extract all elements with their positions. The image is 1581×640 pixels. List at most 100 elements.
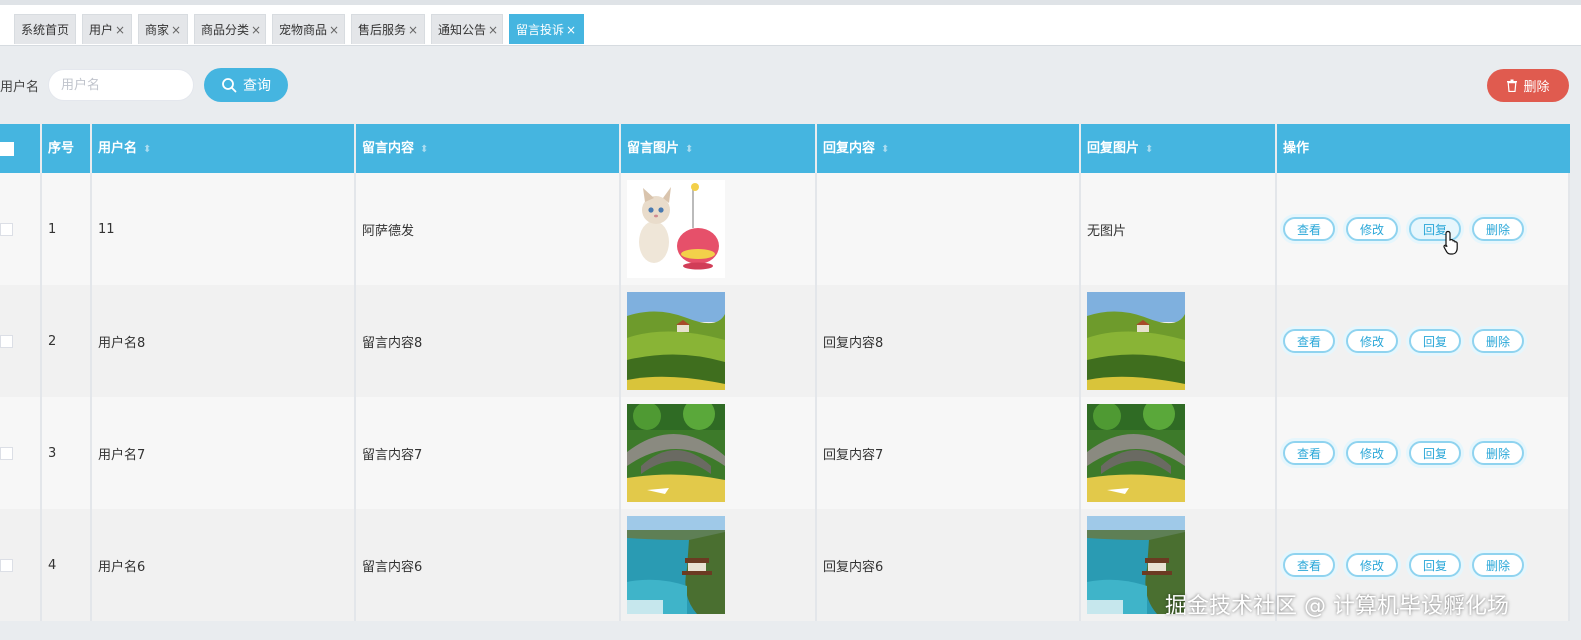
tab-label: 留言投诉 [516, 23, 565, 37]
delete-button[interactable]: 删除 [1472, 329, 1524, 353]
close-icon[interactable]: × [566, 23, 576, 37]
select-all-checkbox[interactable] [0, 142, 14, 156]
close-icon[interactable]: × [488, 23, 498, 37]
header-image[interactable]: 留言图片 ⬍ [621, 124, 815, 173]
reply-cell-text: 回复内容8 [823, 335, 884, 351]
tab-label: 用户 [89, 23, 114, 37]
close-icon[interactable]: × [408, 23, 418, 37]
header-content[interactable]: 留言内容 ⬍ [356, 124, 619, 173]
close-icon[interactable]: × [115, 23, 125, 37]
action-buttons: 查看 修改 回复 删除 [1283, 329, 1524, 353]
edit-button[interactable]: 修改 [1346, 217, 1398, 241]
sort-icon[interactable]: ⬍ [881, 144, 889, 155]
content-cell: 留言内容6 [356, 509, 621, 621]
watermark: 掘金技术社区 @ 计算机毕设孵化场 [1165, 594, 1509, 619]
query-button[interactable]: 查询 [204, 68, 288, 102]
actions-cell: 查看 修改 回复 删除 [1277, 285, 1570, 397]
image-cell [621, 285, 817, 397]
sort-icon[interactable]: ⬍ [420, 144, 428, 155]
row-checkbox[interactable] [0, 447, 13, 460]
green-hills-thumbnail[interactable] [1087, 292, 1185, 390]
coastal-pagoda-thumbnail[interactable] [627, 516, 725, 614]
search-label: 用户名 [0, 80, 40, 95]
image-cell [621, 397, 817, 509]
delete-button[interactable]: 删除 [1472, 441, 1524, 465]
edit-button[interactable]: 修改 [1346, 441, 1398, 465]
sort-icon[interactable]: ⬍ [143, 144, 151, 155]
close-icon[interactable]: × [251, 23, 261, 37]
tab-messages[interactable]: 留言投诉 × [509, 14, 584, 44]
username-cell: 用户名6 [92, 509, 356, 621]
view-button[interactable]: 查看 [1283, 553, 1335, 577]
reply-button[interactable]: 回复 [1409, 553, 1461, 577]
header-reply-image[interactable]: 回复图片 ⬍ [1081, 124, 1275, 173]
content-cell: 留言内容8 [356, 285, 621, 397]
batch-delete-button[interactable]: 删除 [1487, 69, 1569, 102]
username-cell-text: 11 [98, 221, 115, 237]
row-checkbox[interactable] [0, 223, 13, 236]
image-cell [621, 509, 817, 621]
sort-icon[interactable]: ⬍ [1145, 144, 1153, 155]
content-cell-text: 留言内容8 [362, 335, 423, 351]
tab-categories[interactable]: 商品分类 × [194, 14, 266, 44]
select-cell [0, 285, 42, 397]
edit-button[interactable]: 修改 [1346, 329, 1398, 353]
tab-label: 通知公告 [438, 23, 487, 37]
tab-merchants[interactable]: 商家 × [138, 14, 188, 44]
view-button[interactable]: 查看 [1283, 329, 1335, 353]
header-select [0, 124, 40, 173]
tab-users[interactable]: 用户 × [82, 14, 132, 44]
header-reply[interactable]: 回复内容 ⬍ [817, 124, 1079, 173]
index-cell: 2 [42, 285, 92, 397]
tab-after-sales[interactable]: 售后服务 × [351, 14, 425, 44]
header-actions: 操作 [1277, 124, 1570, 173]
username-cell-text: 用户名8 [98, 335, 146, 351]
close-icon[interactable]: × [329, 23, 339, 37]
stone-bridge-thumbnail[interactable] [627, 404, 725, 502]
table-row: 2 用户名8 留言内容8 回复内容8 查看 修改 回复 删除 [0, 285, 1570, 397]
kitten-toy-thumbnail[interactable] [627, 180, 725, 278]
delete-button[interactable]: 删除 [1472, 553, 1524, 577]
reply-button[interactable]: 回复 [1409, 329, 1461, 353]
tab-pet-products[interactable]: 宠物商品 × [272, 14, 345, 44]
header-label: 用户名 [98, 141, 138, 156]
index-cell: 4 [42, 509, 92, 621]
reply-cell [817, 173, 1081, 285]
stone-bridge-thumbnail[interactable] [1087, 404, 1185, 502]
tab-home[interactable]: 系统首页 [14, 14, 76, 44]
index-cell-text: 4 [48, 557, 57, 573]
no-image-text: 无图片 [1087, 223, 1127, 239]
row-checkbox[interactable] [0, 335, 13, 348]
edit-button[interactable]: 修改 [1346, 553, 1398, 577]
view-button[interactable]: 查看 [1283, 217, 1335, 241]
image-cell [621, 173, 817, 285]
select-cell [0, 509, 42, 621]
actions-cell: 查看 修改 回复 删除 [1277, 173, 1570, 285]
tab-notices[interactable]: 通知公告 × [431, 14, 503, 44]
header-username[interactable]: 用户名 ⬍ [92, 124, 354, 173]
content-cell: 留言内容7 [356, 397, 621, 509]
tab-label: 商家 [145, 23, 170, 37]
row-checkbox[interactable] [0, 559, 13, 572]
header-label: 回复内容 [823, 141, 876, 156]
tab-label: 商品分类 [201, 23, 250, 37]
reply-image-cell: 无图片 [1081, 173, 1277, 285]
index-cell-text: 3 [48, 445, 57, 461]
reply-button[interactable]: 回复 [1409, 441, 1461, 465]
green-hills-thumbnail[interactable] [627, 292, 725, 390]
reply-cell-text: 回复内容6 [823, 559, 884, 575]
tab-label: 宠物商品 [279, 23, 328, 37]
reply-image-cell [1081, 397, 1277, 509]
actions-cell: 查看 修改 回复 删除 [1277, 397, 1570, 509]
delete-button[interactable]: 删除 [1472, 217, 1524, 241]
sort-icon[interactable]: ⬍ [685, 144, 693, 155]
index-cell-text: 2 [48, 333, 57, 349]
view-button[interactable]: 查看 [1283, 441, 1335, 465]
close-icon[interactable]: × [171, 23, 181, 37]
trash-icon [1507, 79, 1518, 92]
select-cell [0, 173, 42, 285]
query-label: 查询 [243, 78, 271, 94]
search-input[interactable] [48, 69, 194, 101]
reply-cell: 回复内容6 [817, 509, 1081, 621]
index-cell: 1 [42, 173, 92, 285]
